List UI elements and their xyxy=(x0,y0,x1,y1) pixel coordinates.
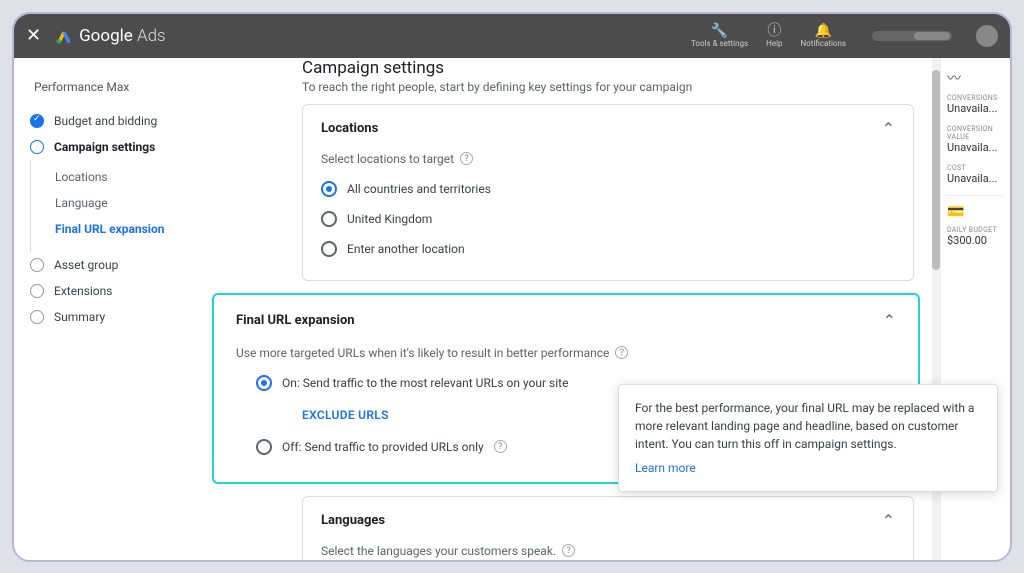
avatar[interactable] xyxy=(976,25,998,47)
radio-icon xyxy=(256,439,272,455)
locations-title: Locations xyxy=(321,121,378,136)
languages-hint: Select the languages your customers spea… xyxy=(321,544,895,558)
locations-card: Locations ⌃ Select locations to target? … xyxy=(302,104,914,281)
languages-card-header[interactable]: Languages ⌃ xyxy=(303,497,913,544)
substep-final-url[interactable]: Final URL expansion xyxy=(31,216,194,242)
substep-language[interactable]: Language xyxy=(31,190,194,216)
languages-card: Languages ⌃ Select the languages your cu… xyxy=(302,496,914,560)
topbar: ✕ Google Ads 🔧Tools & settings ⓘHelp 🔔No… xyxy=(14,14,1010,58)
languages-title: Languages xyxy=(321,513,385,528)
radio-icon xyxy=(321,241,337,257)
radio-enter-location[interactable]: Enter another location xyxy=(321,234,895,264)
locations-hint: Select locations to target? xyxy=(321,152,895,166)
help-button[interactable]: ⓘHelp xyxy=(766,24,782,48)
help-icon[interactable]: ? xyxy=(615,346,628,359)
step-asset-group[interactable]: Asset group xyxy=(24,252,194,278)
scrollbar-thumb[interactable] xyxy=(932,70,940,270)
final-url-desc: Use more targeted URLs when it's likely … xyxy=(236,346,896,360)
logo: Google Ads xyxy=(55,26,166,46)
radio-united-kingdom[interactable]: United Kingdom xyxy=(321,204,895,234)
help-icon: ⓘ xyxy=(767,24,781,38)
close-icon[interactable]: ✕ xyxy=(26,25,41,46)
page-header: Campaign settings To reach the right peo… xyxy=(212,58,932,104)
final-url-title: Final URL expansion xyxy=(236,313,355,328)
google-ads-icon xyxy=(55,27,73,45)
account-switcher[interactable] xyxy=(872,31,952,41)
app-frame: ✕ Google Ads 🔧Tools & settings ⓘHelp 🔔No… xyxy=(12,12,1012,562)
sidebar: Performance Max Budget and bidding Campa… xyxy=(14,58,204,560)
radio-icon xyxy=(321,181,337,197)
chevron-up-icon: ⌃ xyxy=(882,511,895,530)
substeps: Locations Language Final URL expansion xyxy=(30,160,194,252)
chart-icon: 〰 xyxy=(947,68,1004,88)
help-tooltip: For the best performance, your final URL… xyxy=(618,384,998,492)
radio-icon xyxy=(256,375,272,391)
tooltip-text: For the best performance, your final URL… xyxy=(635,399,981,453)
campaign-type-label: Performance Max xyxy=(24,76,194,108)
step-budget-bidding[interactable]: Budget and bidding xyxy=(24,108,194,134)
circle-icon xyxy=(30,140,44,154)
chevron-up-icon: ⌃ xyxy=(883,311,896,330)
circle-icon xyxy=(30,310,44,324)
metric-cost: CostUnavaila... xyxy=(947,164,1004,185)
circle-icon xyxy=(30,258,44,272)
chevron-up-icon: ⌃ xyxy=(882,119,895,138)
step-extensions[interactable]: Extensions xyxy=(24,278,194,304)
check-icon xyxy=(30,114,44,128)
bell-icon: 🔔 xyxy=(815,24,832,38)
radio-icon xyxy=(321,211,337,227)
notifications-button[interactable]: 🔔Notifications xyxy=(801,24,846,48)
locations-card-header[interactable]: Locations ⌃ xyxy=(303,105,913,152)
help-icon[interactable]: ? xyxy=(494,440,507,453)
radio-all-countries[interactable]: All countries and territories xyxy=(321,174,895,204)
help-icon[interactable]: ? xyxy=(460,152,473,165)
metric-daily-budget: Daily budget$300.00 xyxy=(947,226,1004,247)
wrench-icon: 🔧 xyxy=(711,24,728,38)
final-url-card-header[interactable]: Final URL expansion ⌃ xyxy=(214,295,918,346)
brand-text: Google Ads xyxy=(79,26,166,46)
card-icon: 💳 xyxy=(947,204,1004,220)
page-subtitle: To reach the right people, start by defi… xyxy=(302,80,932,94)
metric-conversions: ConversionsUnavaila... xyxy=(947,94,1004,115)
page-title: Campaign settings xyxy=(302,58,932,78)
metric-conversion-value: Conversion valueUnavaila... xyxy=(947,125,1004,154)
help-icon[interactable]: ? xyxy=(562,544,575,557)
circle-icon xyxy=(30,284,44,298)
learn-more-link[interactable]: Learn more xyxy=(635,459,696,477)
topbar-right: 🔧Tools & settings ⓘHelp 🔔Notifications xyxy=(691,24,998,48)
step-campaign-settings[interactable]: Campaign settings xyxy=(24,134,194,160)
tools-settings-button[interactable]: 🔧Tools & settings xyxy=(691,24,748,48)
step-summary[interactable]: Summary xyxy=(24,304,194,330)
substep-locations[interactable]: Locations xyxy=(31,164,194,190)
